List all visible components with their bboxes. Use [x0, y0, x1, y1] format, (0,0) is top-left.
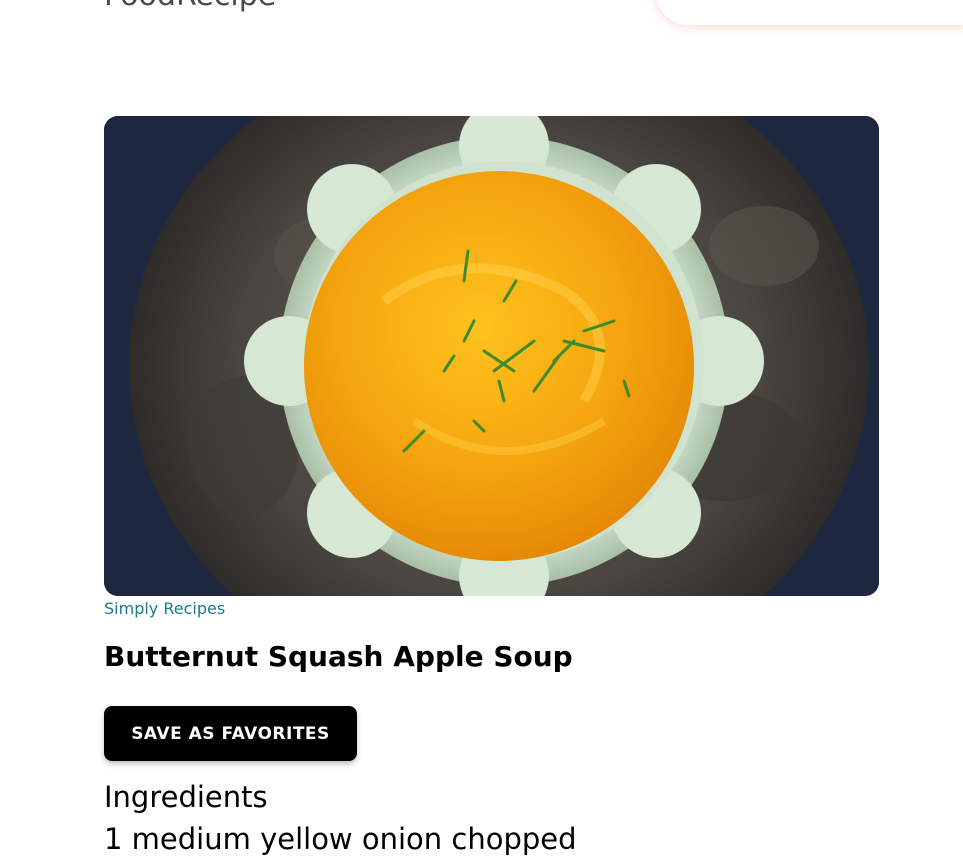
save-as-favorites-button[interactable]: SAVE AS FAVORITES: [104, 706, 357, 761]
recipe-page: FoodRecipe: [0, 0, 963, 861]
recipe-image: [104, 116, 879, 596]
search-bar: [656, 0, 963, 25]
ingredients-list: 1 medium yellow onion chopped: [104, 820, 577, 858]
recipe-title: Butternut Squash Apple Soup: [104, 640, 573, 673]
recipe-source-link[interactable]: Simply Recipes: [104, 599, 225, 618]
ingredient-item: 1 medium yellow onion chopped: [104, 822, 577, 856]
search-input[interactable]: [696, 0, 960, 4]
ingredients-heading: Ingredients: [104, 780, 268, 814]
site-logo-text[interactable]: FoodRecipe: [104, 0, 276, 13]
